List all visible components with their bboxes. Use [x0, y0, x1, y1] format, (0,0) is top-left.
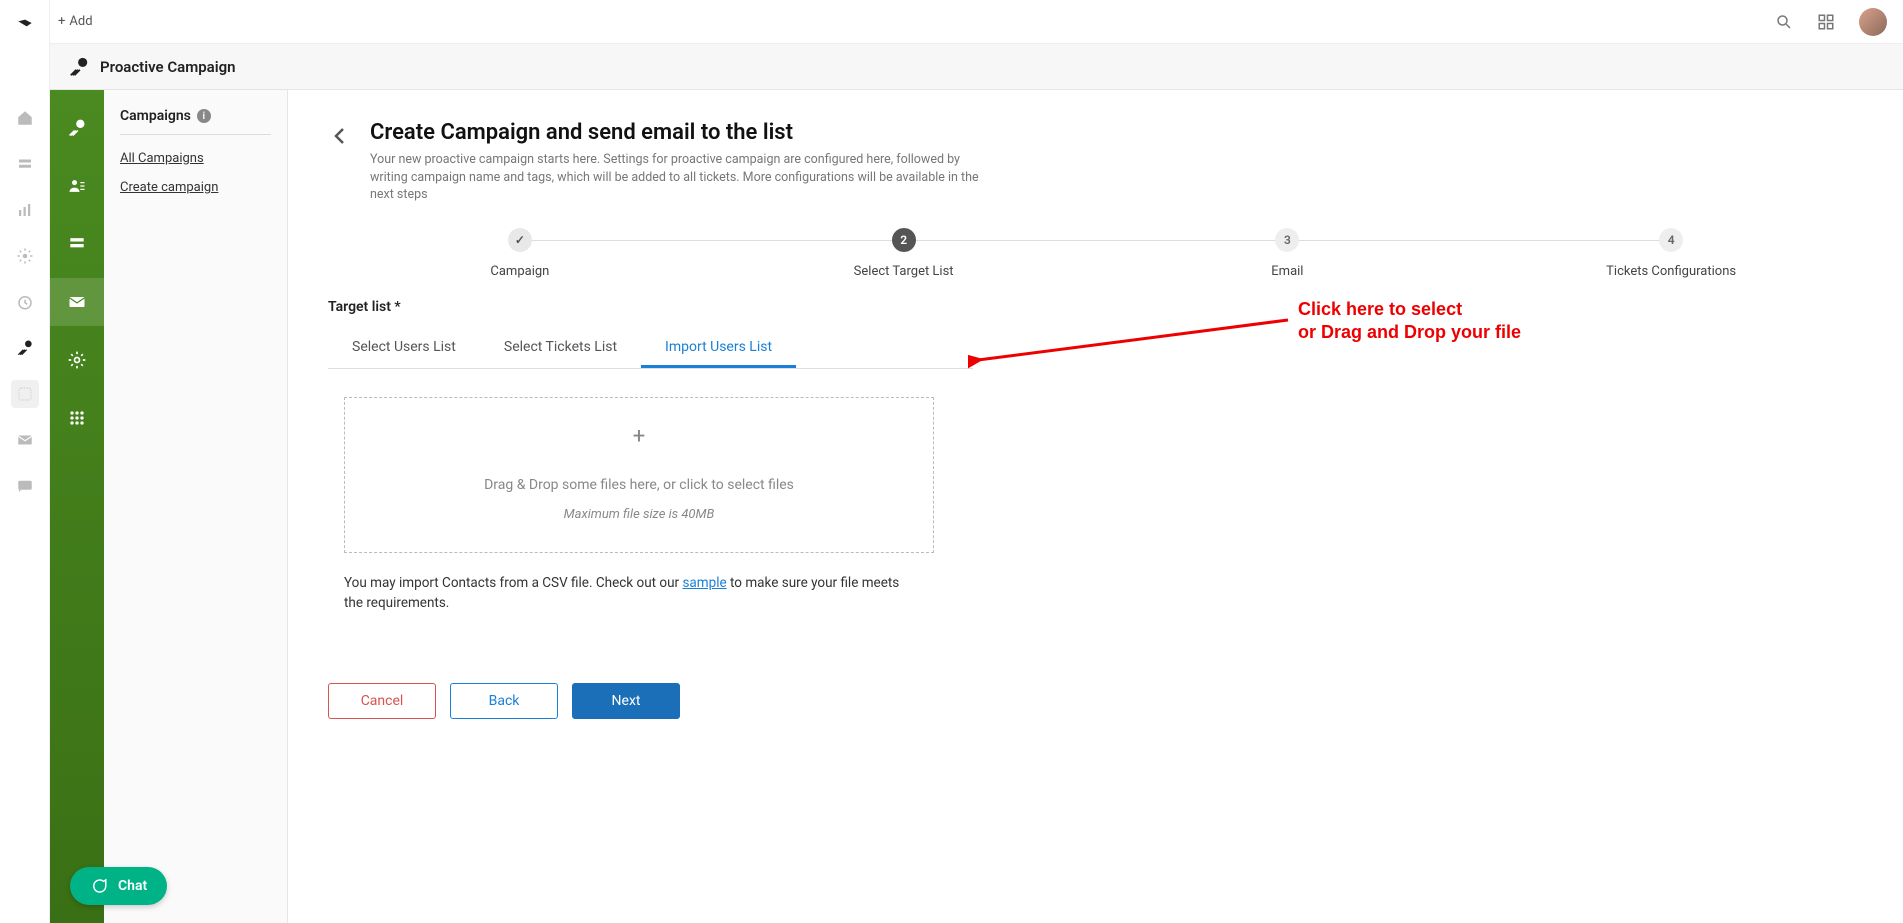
- back-arrow-icon[interactable]: [328, 124, 352, 148]
- dropzone-text: Drag & Drop some files here, or click to…: [365, 477, 913, 493]
- plus-icon: +: [58, 14, 65, 29]
- module-campaigns-icon[interactable]: [50, 104, 104, 152]
- next-button[interactable]: Next: [572, 683, 680, 719]
- rail-home-icon[interactable]: [11, 104, 39, 132]
- tab-select-tickets[interactable]: Select Tickets List: [480, 329, 641, 368]
- step-label: Email: [1271, 264, 1303, 279]
- target-list-label: Target list *: [328, 299, 1863, 315]
- info-icon[interactable]: i: [197, 109, 211, 123]
- page-subtitle: Your new proactive campaign starts here.…: [370, 151, 980, 204]
- topbar: + Add: [0, 0, 1903, 44]
- cancel-button[interactable]: Cancel: [328, 683, 436, 719]
- rail-settings-icon[interactable]: [11, 242, 39, 270]
- nav-all-campaigns[interactable]: All Campaigns: [120, 151, 271, 166]
- rail-campaigns-icon[interactable]: [11, 334, 39, 362]
- step-email[interactable]: 3 Email: [1096, 228, 1480, 279]
- rail-chat-icon[interactable]: [11, 472, 39, 500]
- plus-icon: +: [365, 424, 913, 449]
- tab-import-users[interactable]: Import Users List: [641, 329, 796, 368]
- logo-icon: [15, 12, 35, 44]
- back-button[interactable]: Back: [450, 683, 558, 719]
- add-label: Add: [69, 14, 92, 29]
- target-tabs: Select Users List Select Tickets List Im…: [328, 329, 973, 369]
- main-content: Create Campaign and send email to the li…: [288, 90, 1903, 923]
- rail-timer-icon[interactable]: [11, 288, 39, 316]
- rail-mail-icon[interactable]: [11, 426, 39, 454]
- nav-panel: Campaigns i All Campaigns Create campaig…: [104, 90, 288, 923]
- module-sidebar: [50, 90, 104, 923]
- chat-bubble-icon: [90, 877, 108, 895]
- step-badge: 2: [892, 228, 916, 252]
- step-tickets-config[interactable]: 4 Tickets Configurations: [1479, 228, 1863, 279]
- module-contacts-icon[interactable]: [50, 162, 104, 210]
- tab-select-users[interactable]: Select Users List: [328, 329, 480, 368]
- breadcrumb-title: Proactive Campaign: [100, 58, 236, 76]
- wizard-stepper: ✓ Campaign 2 Select Target List 3 Email …: [328, 228, 1863, 279]
- module-lists-icon[interactable]: [50, 220, 104, 268]
- avatar[interactable]: [1859, 8, 1887, 36]
- chat-label: Chat: [118, 878, 147, 894]
- rail-inbox-icon[interactable]: [11, 150, 39, 178]
- chat-widget[interactable]: Chat: [70, 867, 167, 905]
- module-email-icon[interactable]: [50, 278, 104, 326]
- rail-placeholder-icon[interactable]: [11, 380, 39, 408]
- sample-link[interactable]: sample: [682, 575, 726, 591]
- add-button[interactable]: + Add: [58, 14, 93, 29]
- step-badge: ✓: [508, 228, 532, 252]
- nav-create-campaign[interactable]: Create campaign: [120, 180, 271, 195]
- annotation-line2: or Drag and Drop your file: [1298, 321, 1521, 344]
- left-rail: [0, 0, 50, 923]
- file-dropzone[interactable]: + Drag & Drop some files here, or click …: [344, 397, 934, 553]
- step-label: Select Target List: [854, 264, 954, 279]
- rail-analytics-icon[interactable]: [11, 196, 39, 224]
- step-target-list[interactable]: 2 Select Target List: [712, 228, 1096, 279]
- step-campaign[interactable]: ✓ Campaign: [328, 228, 712, 279]
- step-badge: 3: [1275, 228, 1299, 252]
- page-title: Create Campaign and send email to the li…: [370, 120, 980, 145]
- breadcrumb: Proactive Campaign: [50, 44, 1903, 90]
- import-note-prefix: You may import Contacts from a CSV file.…: [344, 575, 682, 591]
- nav-panel-title: Campaigns: [120, 108, 191, 124]
- wizard-buttons: Cancel Back Next: [328, 683, 1863, 719]
- dropzone-subtext: Maximum file size is 40MB: [365, 507, 913, 522]
- step-label: Campaign: [490, 264, 549, 279]
- search-icon[interactable]: [1775, 13, 1793, 31]
- step-badge: 4: [1659, 228, 1683, 252]
- campaign-icon: [68, 56, 90, 78]
- step-label: Tickets Configurations: [1606, 264, 1736, 279]
- module-apps-icon[interactable]: [50, 394, 104, 442]
- module-settings-icon[interactable]: [50, 336, 104, 384]
- apps-grid-icon[interactable]: [1817, 13, 1835, 31]
- import-note: You may import Contacts from a CSV file.…: [344, 573, 904, 614]
